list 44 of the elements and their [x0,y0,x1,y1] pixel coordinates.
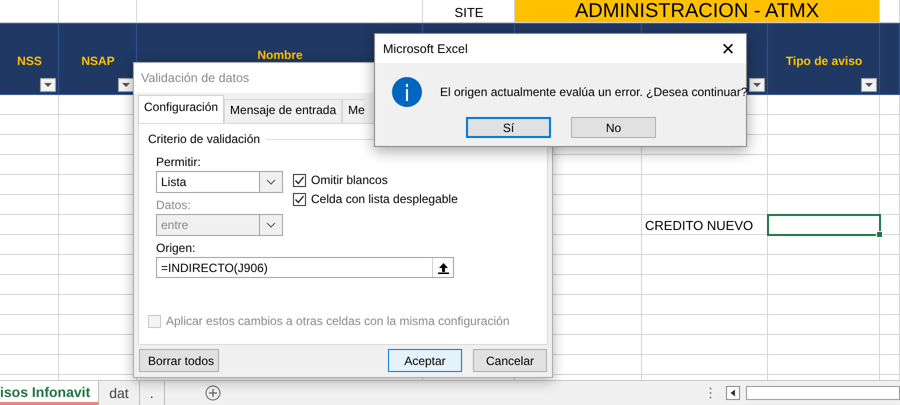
dialog-tab[interactable]: Mensaje de entrada [224,99,342,123]
dialog-tab[interactable]: Me [342,99,365,123]
dialog-button[interactable]: Borrar todos [139,349,219,372]
info-icon [392,77,422,107]
group-label: Criterio de validación [148,132,260,146]
field-label: Origen: [156,241,196,255]
dialog-button[interactable]: Sí [466,117,551,138]
message-text: El origen actualmente evalúa un error. ¿Desea continuar? [440,85,748,99]
field-label: Datos: [156,198,191,212]
dialog-tab[interactable]: Configuración [138,95,224,123]
column-header: NSAP [81,54,115,68]
scroll-left-icon[interactable] [726,386,740,400]
chevron-down-icon [259,172,282,192]
checkbox[interactable] [293,174,306,186]
site-label: SITE [454,5,484,22]
horizontal-scrollbar[interactable] [746,386,900,400]
dialog-button[interactable]: Aceptar [388,349,462,372]
dialog-title: Microsoft Excel [383,42,469,56]
dialog-title: Validación de datos [141,71,250,85]
column-header: NSS [17,54,42,68]
checkbox-label: Aplicar estos cambios a otras celdas con la misma configuración [166,314,510,328]
selected-cell[interactable] [768,215,880,235]
source-field[interactable]: =INDIRECTO(J906) [156,257,454,278]
add-sheet-icon[interactable] [204,385,221,401]
sheet-tab[interactable]: dat [99,381,140,405]
dialog-button[interactable]: Cancelar [473,349,547,372]
filter-dropdown-icon[interactable] [749,78,765,92]
sheet-tab[interactable]: isos Infonavit [0,381,100,405]
allow-dropdown[interactable]: Lista [156,171,283,193]
sheet-tab[interactable]: . [140,381,165,405]
filter-dropdown-icon[interactable] [40,78,56,92]
filter-dropdown-icon[interactable] [118,78,134,92]
column-header: Tipo de aviso [786,54,862,68]
filter-dropdown-icon[interactable] [861,78,877,92]
split-handle-icon[interactable] [709,387,712,399]
column-header: Nombre [257,48,303,62]
checkbox-label: Celda con lista desplegable [311,192,458,206]
close-icon[interactable]: × [710,38,746,60]
title-banner: ADMINISTRACION - ATMX [515,0,879,22]
table-cell[interactable]: CREDITO NUEVO [642,215,768,235]
dialog-button[interactable]: No [571,117,656,138]
checkbox[interactable] [293,192,306,206]
field-label: Permitir: [156,155,201,169]
checkbox-label: Omitir blancos [311,173,388,187]
